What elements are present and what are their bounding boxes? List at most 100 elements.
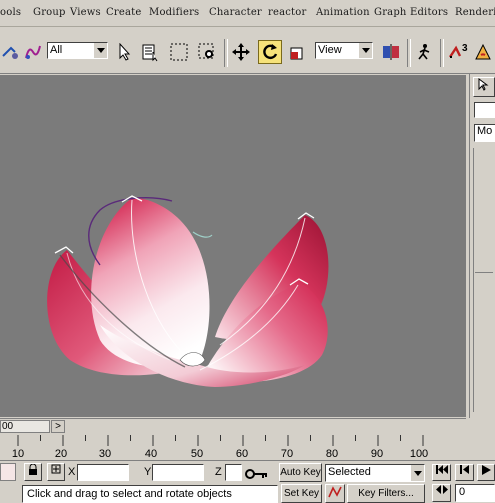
walk-through-icon[interactable] [413,41,435,63]
modifier-list-dropdown[interactable]: Mo [474,124,495,142]
mirror-icon[interactable] [380,41,402,63]
menu-graph-editors[interactable]: Graph Editors [374,7,448,18]
toolbar-divider [224,39,228,67]
menu-animation[interactable]: Animation [316,7,370,18]
perspective-viewport[interactable] [0,75,466,417]
status-bar: X Y Z Auto Key Selected Click and drag t… [0,460,495,503]
z-coordinate-field[interactable] [225,464,242,481]
next-arrow: > [55,421,61,432]
select-object-icon[interactable] [114,41,136,63]
chevron-down-icon [410,465,424,481]
command-panel: Mo [469,74,495,418]
current-frame-field[interactable]: 0 [455,484,495,502]
track-tick-label: 50 [190,448,204,460]
menu-character[interactable]: Character [209,7,262,18]
toolbar-divider [440,39,444,67]
frame-display: 00 [2,421,14,432]
undo-link-icon[interactable] [0,41,22,63]
track-tick-label: 90 [370,448,384,460]
menu-create[interactable]: Create [106,7,141,18]
snap-dimension-label: 3 [462,43,468,54]
maxscript-listener[interactable] [0,463,16,481]
key-set-value: Selected [328,466,371,478]
selection-filter-value: All [50,44,63,56]
menu-reactor[interactable]: reactor [268,7,306,18]
auto-key-button[interactable]: Auto Key [279,463,322,482]
modifier-list-label: Mo [477,125,493,137]
auto-key-label: Auto Key [280,467,321,478]
petal-tip [54,246,74,254]
play-button[interactable] [477,464,495,481]
menu-bar: ools Group Views Create Modifiers Charac… [0,0,495,27]
key-filters-label: Key Filters... [358,488,414,499]
track-tick-label: 30 [98,448,112,460]
play-icon [481,465,491,475]
lock-selection-button[interactable] [24,463,42,481]
z-label: Z [215,466,222,478]
bind-space-warp-icon[interactable] [22,41,44,63]
current-frame-value: 0 [459,486,466,498]
track-tick-label: 100 [409,448,429,460]
object-name-field[interactable] [474,102,495,118]
menu-group[interactable]: Group [33,7,66,18]
chevron-down-icon [93,43,107,58]
create-tab[interactable] [473,77,495,97]
track-ruler [17,435,424,446]
lotus-model[interactable] [0,75,466,417]
go-to-start-icon [435,465,448,474]
x-coordinate-field[interactable] [77,464,129,481]
prompt-line: Click and drag to select and rotate obje… [22,485,278,503]
menu-rendering[interactable]: Renderi [455,7,495,18]
main-toolbar: All View 3 [0,27,495,74]
key-filters-button[interactable]: Key Filters... [347,484,425,503]
menu-tools[interactable]: ools [0,7,21,18]
track-tick-label: 40 [144,448,158,460]
petal-center[interactable] [91,197,210,368]
key-curve-icon [328,486,342,498]
reference-coordinate-value: View [318,44,342,56]
track-tick-label: 20 [54,448,68,460]
key-set-dropdown[interactable]: Selected [325,464,425,482]
lock-icon [29,463,37,475]
spline-curve[interactable] [192,231,213,238]
go-to-start-button[interactable] [432,464,451,481]
key-mode-icon[interactable] [245,468,269,483]
panel-divider [475,272,493,277]
modifier-stack[interactable] [473,148,495,412]
menu-modifiers[interactable]: Modifiers [149,7,199,18]
select-scale-icon[interactable] [287,41,309,63]
set-key-icon-button[interactable] [325,484,345,503]
next-frame-button[interactable]: > [51,420,65,433]
pointer-icon [478,78,489,91]
toolbar-divider [407,39,411,67]
track-tick-label: 80 [325,448,339,460]
y-label: Y [144,466,152,478]
track-tick-label: 10 [11,448,25,460]
absolute-mode-button[interactable] [47,463,65,481]
track-bar[interactable]: 10 20 30 40 50 60 70 80 90 100 [0,435,466,460]
y-coordinate-field[interactable] [152,464,204,481]
track-tick-label: 60 [235,448,249,460]
chevron-down-icon [358,43,372,58]
rectangular-selection-icon[interactable] [168,41,190,63]
menu-views[interactable]: Views [70,7,101,18]
set-key-button[interactable]: Set Key [281,484,322,503]
selection-filter-dropdown[interactable]: All [47,42,108,59]
key-mode-toggle[interactable] [432,484,451,502]
previous-frame-icon [459,465,469,474]
absolute-mode-icon [51,464,61,474]
prompt-text: Click and drag to select and rotate obje… [27,488,232,500]
key-mode-toggle-icon [435,485,448,494]
previous-frame-button[interactable] [455,464,474,481]
time-slider-thumb[interactable]: 00 [0,420,50,433]
angle-snap-icon[interactable] [472,41,494,63]
track-tick-label: 70 [280,448,294,460]
reference-coordinate-dropdown[interactable]: View [315,42,373,59]
x-label: X [68,466,76,478]
window-crossing-icon[interactable] [196,41,218,63]
set-key-label: Set Key [283,488,320,499]
time-slider[interactable]: 00 > [0,418,466,435]
select-rotate-icon[interactable] [258,40,282,64]
select-move-icon[interactable] [230,41,252,63]
select-by-name-icon[interactable] [139,41,161,63]
